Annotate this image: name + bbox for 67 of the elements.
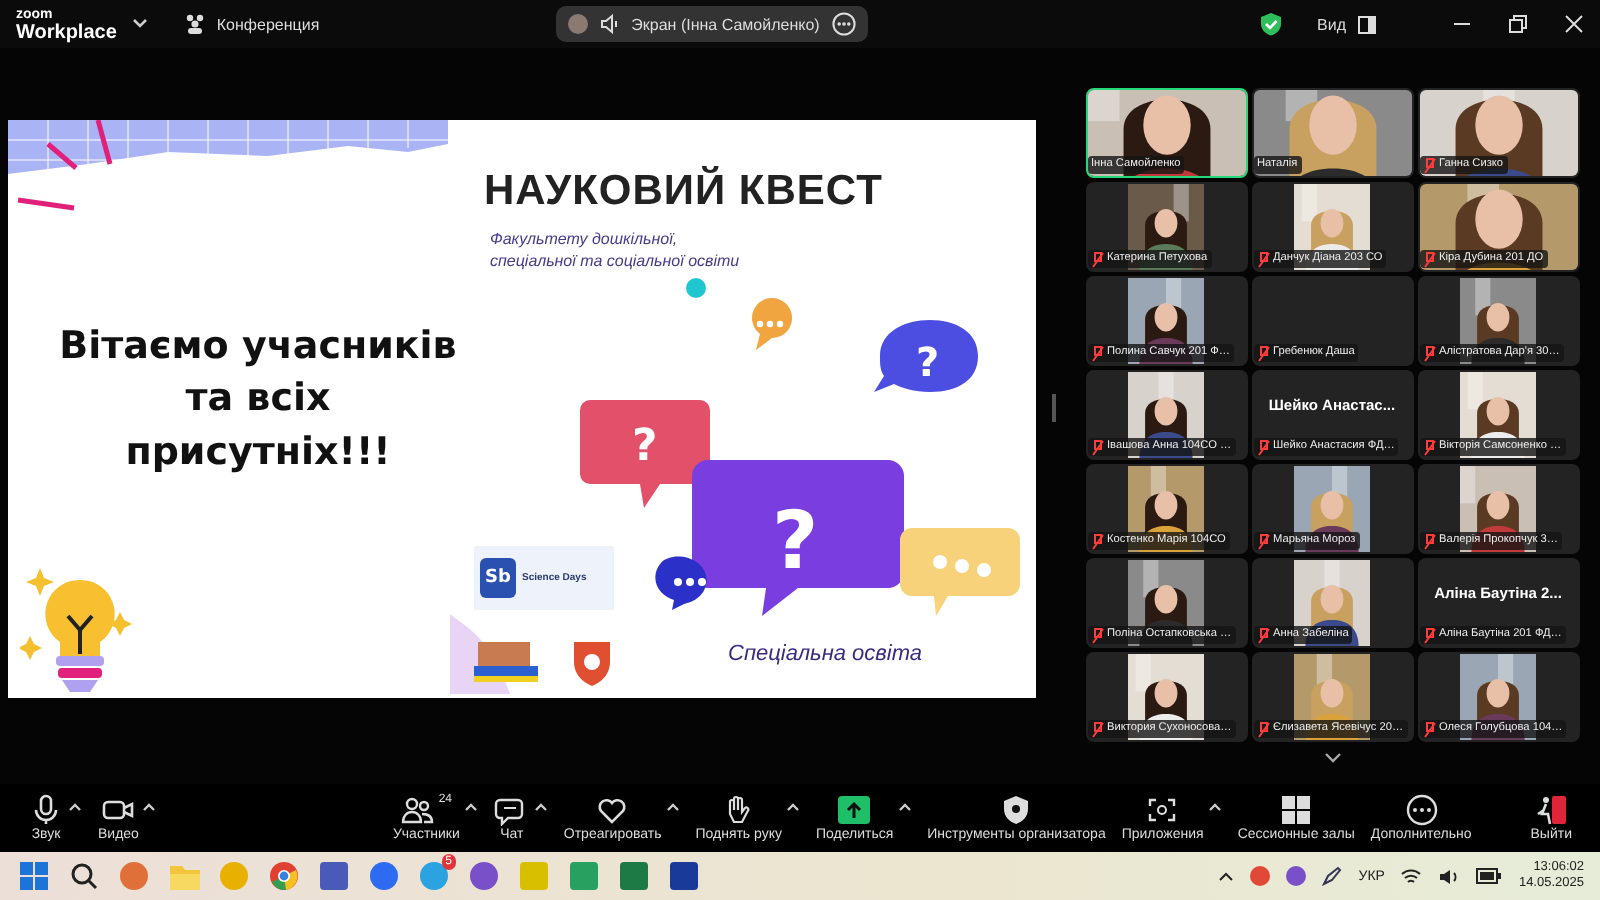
muted-mic-icon [1423,157,1435,173]
muted-mic-icon [1091,439,1103,455]
wifi-icon[interactable] [1400,867,1423,885]
speaker-icon[interactable] [1438,867,1461,885]
caret-icon[interactable] [533,802,548,812]
muted-mic-icon [1423,345,1435,361]
muted-mic-icon [1091,721,1103,737]
muted-mic-icon [1257,721,1269,737]
paw-icon [184,14,207,34]
splitter-handle[interactable] [1052,394,1056,422]
app-icon[interactable] [316,858,352,894]
app-icon[interactable] [366,858,402,894]
app-icon[interactable] [466,858,502,894]
caret-icon[interactable] [68,802,82,812]
muted-mic-icon [1423,627,1435,643]
muted-mic-icon [1091,627,1103,643]
caret-icon[interactable] [1207,802,1222,812]
muted-mic-icon [1091,345,1103,361]
muted-mic-icon [1257,533,1269,549]
more-icon[interactable] [831,12,856,36]
slide-title: НАУКОВИЙ КВЕСТ [484,167,883,215]
pen-icon[interactable] [1322,866,1343,886]
search-icon[interactable] [66,858,102,894]
view-button[interactable]: Вид [1317,15,1376,33]
muted-mic-icon [1257,345,1269,361]
muted-mic-icon [1423,439,1435,455]
muted-mic-icon [1257,439,1269,455]
muted-mic-icon [1423,721,1435,737]
apps-icon [1144,794,1181,826]
browser-icon[interactable] [266,858,302,894]
muted-mic-icon [1257,627,1269,643]
slide-subtitle: Факультету дошкільної, спеціальної та соціальної освіти [490,227,740,274]
grid-icon [1278,794,1315,826]
muted-mic-icon [1091,251,1103,267]
caret-icon[interactable] [463,802,478,812]
share-label: Экран (Інна Самойленко) [631,15,820,33]
caret-icon[interactable] [897,802,912,812]
close-icon[interactable] [1564,14,1584,34]
heart-icon [594,794,631,826]
more-icon [1403,794,1440,826]
speaker-icon [599,14,620,34]
chevron-down-icon[interactable] [132,18,149,30]
exit-door-icon [1533,794,1570,826]
chevron-down-icon[interactable] [1323,752,1341,764]
caret-icon[interactable] [785,802,800,812]
restore-icon[interactable] [1508,14,1528,34]
app-icon[interactable] [616,858,652,894]
greeting-text: Вітаємо учасників та всіх присутніх!!! [57,321,459,478]
app-icon[interactable] [1250,866,1271,886]
battery-icon[interactable] [1476,868,1503,884]
app-icon[interactable] [1286,866,1307,886]
muted-mic-icon [1423,251,1435,267]
muted-mic-icon [1423,533,1435,549]
muted-mic-icon [1091,533,1103,549]
people-icon [400,794,437,826]
caret-icon[interactable] [142,802,157,812]
muted-mic-icon [1257,251,1269,267]
avatar-icon [567,14,588,34]
caret-icon[interactable] [665,802,680,812]
layout-icon [1358,15,1376,33]
slide-footer-text: Спеціальна освіта [728,641,923,665]
meeting-info-button[interactable]: Конференция [184,14,320,34]
share-icon [836,794,873,826]
app-icon[interactable] [666,858,702,894]
windows-start-icon[interactable] [16,858,52,894]
chevron-up-icon[interactable] [1218,871,1235,881]
shield-check-icon[interactable] [1259,12,1282,36]
